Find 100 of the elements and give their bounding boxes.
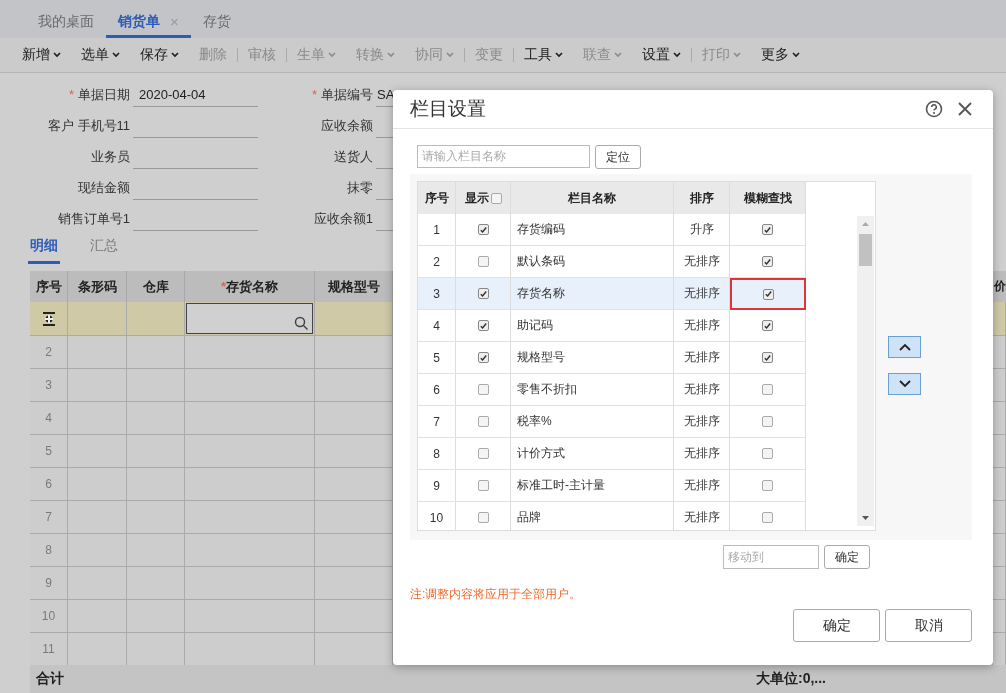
table-cell: 7 xyxy=(418,406,456,438)
table-cell xyxy=(68,567,127,600)
table-cell xyxy=(127,402,185,435)
table-cell xyxy=(993,501,1006,534)
table-cell xyxy=(68,435,127,468)
search-field[interactable]: 请输入栏目名称 xyxy=(417,145,590,168)
checkbox[interactable] xyxy=(477,512,489,523)
column-header: 模糊查找 xyxy=(730,182,806,214)
tab[interactable]: 汇总 xyxy=(88,237,120,264)
table-cell xyxy=(993,468,1006,501)
column-header: 价 xyxy=(993,271,1006,302)
table-cell: 无排序 xyxy=(674,310,730,342)
table-cell: 9 xyxy=(418,470,456,502)
ok-button[interactable]: 确定 xyxy=(793,609,880,642)
toolbar-button[interactable]: 工具 xyxy=(514,46,573,64)
table-cell: 零售不折扣 xyxy=(511,374,674,406)
table-cell: 3 xyxy=(418,278,456,310)
table-cell: 标准工时-主计量 xyxy=(511,470,674,502)
scrollbar[interactable] xyxy=(857,216,874,526)
locate-button[interactable]: 定位 xyxy=(595,145,641,169)
table-cell: 存货名称 xyxy=(511,278,674,310)
field-label: * 单据编号 xyxy=(310,86,373,104)
column-header: 栏目名称 xyxy=(511,182,674,214)
row-number: 10 xyxy=(30,600,68,633)
checkbox[interactable] xyxy=(477,320,489,331)
note-text: 注:调整内容将应用于全部用户。 xyxy=(409,586,583,603)
checkbox[interactable] xyxy=(762,480,773,491)
tab[interactable]: 存货 xyxy=(190,8,243,38)
row-number: 2 xyxy=(30,336,68,369)
input-field[interactable]: 2020-04-04 xyxy=(133,84,258,107)
column-header: 序号 xyxy=(418,182,456,214)
table-cell: 8 xyxy=(418,438,456,470)
table-cell: 升序 xyxy=(674,214,730,246)
chevron-down-icon xyxy=(898,380,911,388)
column-header: 条形码 xyxy=(68,271,127,302)
table-cell: 规格型号 xyxy=(511,342,674,374)
checkbox[interactable] xyxy=(477,384,489,395)
toolbar-button[interactable]: 设置 xyxy=(632,46,691,64)
toolbar-button[interactable]: 新增 xyxy=(12,46,71,64)
column-header: 仓库 xyxy=(127,271,185,302)
checkbox[interactable] xyxy=(490,192,502,204)
table-cell: 品牌 xyxy=(511,502,674,530)
field-label: * 单据日期 xyxy=(67,86,130,104)
checkbox[interactable] xyxy=(477,288,489,299)
checkbox[interactable] xyxy=(477,448,489,459)
table-cell: 助记码 xyxy=(511,310,674,342)
checkbox[interactable] xyxy=(762,512,773,523)
search-icon[interactable] xyxy=(294,316,309,331)
confirm-button[interactable]: 确定 xyxy=(824,545,870,569)
move-up-button[interactable] xyxy=(888,336,921,358)
column-header: 序号 xyxy=(30,271,68,302)
checkbox[interactable] xyxy=(762,448,773,459)
table-cell xyxy=(993,369,1006,402)
tab[interactable]: 明细 xyxy=(28,237,60,264)
table-cell xyxy=(68,600,127,633)
checkbox[interactable] xyxy=(477,480,489,491)
column-header: *存货名称 xyxy=(185,271,315,302)
table-cell xyxy=(993,600,1006,633)
toolbar-button[interactable]: 保存 xyxy=(130,46,189,64)
move-down-button[interactable] xyxy=(888,373,921,395)
toolbar-button[interactable]: 选单 xyxy=(71,46,130,64)
row-number: 7 xyxy=(30,501,68,534)
table-cell xyxy=(127,567,185,600)
table-cell: 无排序 xyxy=(674,342,730,374)
input-field[interactable] xyxy=(186,303,313,334)
toolbar-button[interactable]: 更多 xyxy=(751,46,810,64)
table-cell xyxy=(993,336,1006,369)
field-label: 应收余额 xyxy=(320,117,373,135)
table-cell xyxy=(127,600,185,633)
checkbox[interactable] xyxy=(477,224,489,235)
row-number: 4 xyxy=(30,402,68,435)
dialog-title: 栏目设置 xyxy=(410,97,486,121)
table-cell: 无排序 xyxy=(674,470,730,502)
checkbox[interactable] xyxy=(762,256,773,267)
checkbox[interactable] xyxy=(762,352,773,363)
checkbox[interactable] xyxy=(762,320,773,331)
table-cell xyxy=(127,501,185,534)
checkbox[interactable] xyxy=(762,224,773,235)
close-icon[interactable]: × xyxy=(170,13,179,30)
tab[interactable]: 我的桌面 xyxy=(26,8,106,38)
cancel-button[interactable]: 取消 xyxy=(885,609,972,642)
table-cell: 1 xyxy=(418,214,456,246)
checkbox[interactable] xyxy=(762,288,774,300)
checkbox[interactable] xyxy=(477,256,489,267)
table-cell: 无排序 xyxy=(674,406,730,438)
insert-row-icon[interactable] xyxy=(41,311,56,326)
row-number: 3 xyxy=(30,369,68,402)
checkbox[interactable] xyxy=(477,352,489,363)
checkbox[interactable] xyxy=(762,384,773,395)
field-label: 抹零 xyxy=(346,179,373,197)
move-to-field[interactable]: 移动到 xyxy=(723,545,819,569)
help-icon[interactable] xyxy=(925,100,943,118)
checkbox[interactable] xyxy=(762,416,773,427)
table-cell: 无排序 xyxy=(674,502,730,530)
close-icon[interactable] xyxy=(957,101,973,117)
table-cell: 计价方式 xyxy=(511,438,674,470)
table-cell xyxy=(68,369,127,402)
table-cell xyxy=(68,468,127,501)
checkbox[interactable] xyxy=(477,416,489,427)
field-label: 客户 手机号11 xyxy=(46,117,130,135)
